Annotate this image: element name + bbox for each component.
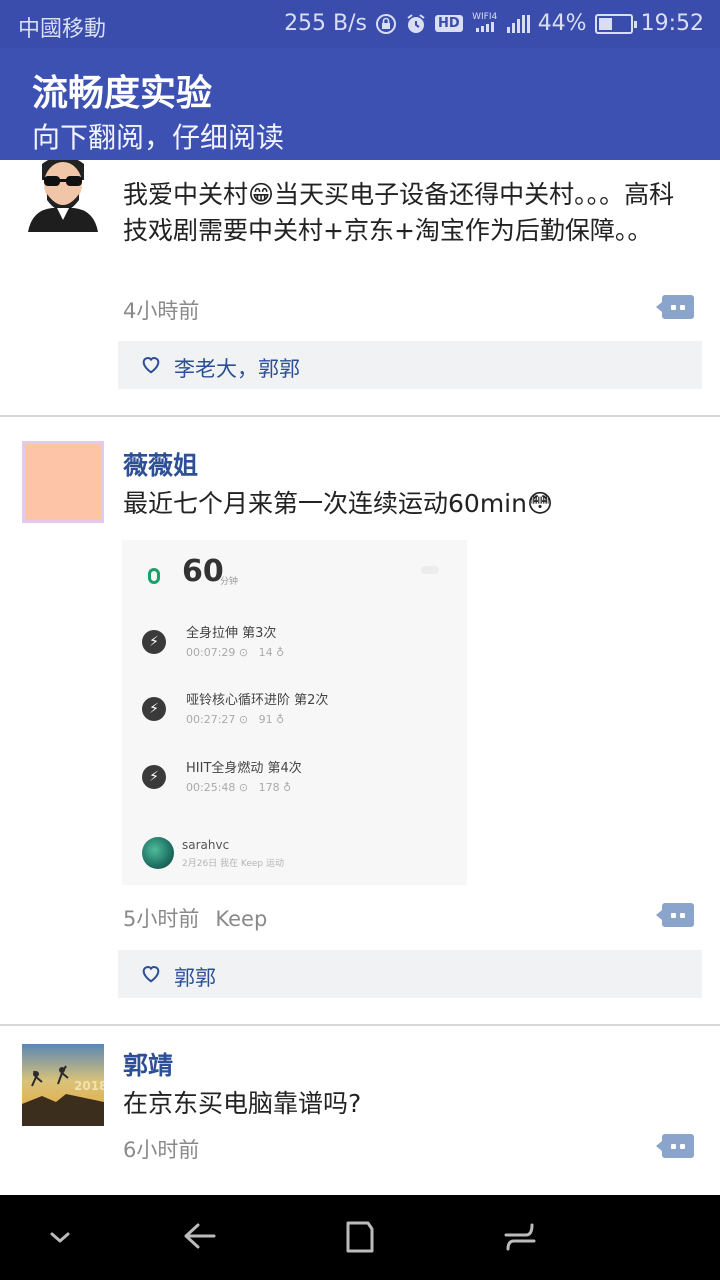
feed-post: 薇薇姐 最近七个月来第一次连续运动60min😳 60 分钟 ⚡ 全身拉伸 第3次… — [0, 417, 720, 1024]
activity-item-title: 全身拉伸 第3次 — [186, 626, 277, 641]
comment-icon[interactable] — [656, 295, 694, 319]
feed-post: 我爱中关村😁当天买电子设备还得中关村。。。高科技戏剧需要中关村+京东+淘宝作为后… — [0, 160, 720, 415]
alarm-icon — [405, 13, 427, 35]
status-icons: 255 B/s HD WIFI4 44% 19:52 — [284, 11, 704, 36]
heart-icon — [140, 962, 162, 989]
activity-item-meta: 00:25:48 ⊙ 178 ♁ — [186, 781, 292, 794]
activity-item-title: 哑铃核心循环进阶 第2次 — [186, 693, 329, 708]
battery-percent: 44% — [537, 11, 587, 36]
app-screen: 中國移動 255 B/s HD WIFI4 44% 19:52 流畅度实验 向下… — [0, 0, 720, 1280]
heart-icon — [140, 353, 162, 380]
post-image[interactable]: 60 分钟 ⚡ 全身拉伸 第3次 00:07:29 ⊙ 14 ♁ ⚡ 哑铃核心循… — [122, 540, 467, 885]
lock-icon — [375, 13, 397, 35]
likes-bar: 李老大，郭郭 — [118, 341, 702, 389]
likes-bar: 郭郭 — [118, 950, 702, 998]
post-time-label: 5小时前 — [123, 907, 200, 931]
keep-logo-icon — [148, 568, 160, 584]
avatar[interactable] — [22, 441, 104, 523]
activity-total: 60 — [182, 554, 224, 589]
status-bar: 中國移動 255 B/s HD WIFI4 44% 19:52 — [0, 0, 720, 48]
post-source[interactable]: Keep — [215, 907, 267, 931]
comment-icon[interactable] — [656, 903, 694, 927]
battery-fill — [598, 17, 612, 30]
signal-icon — [506, 14, 530, 33]
wifi-bars-icon — [475, 22, 494, 32]
wifi-indicator: WIFI4 — [471, 12, 499, 35]
activity-calories: 14 — [258, 646, 273, 659]
moments-feed[interactable]: 我爱中关村😁当天买电子设备还得中关村。。。高科技戏剧需要中关村+京东+淘宝作为后… — [0, 160, 720, 1195]
post-author[interactable]: 薇薇姐 — [123, 446, 198, 482]
wifi-label: WIFI4 — [472, 12, 498, 22]
activity-calories: 91 — [258, 713, 273, 726]
nav-home-icon[interactable] — [338, 1215, 382, 1259]
hd-badge: HD — [435, 15, 463, 32]
post-time: 6小时前 — [123, 1134, 199, 1164]
activity-duration: 00:27:27 — [186, 713, 236, 726]
page-title: 流畅度实验 — [32, 73, 213, 114]
post-text: 最近七个月来第一次连续运动60min😳 — [123, 489, 554, 518]
avatar-text: 2018 — [74, 1079, 104, 1093]
navigation-bar — [0, 1195, 720, 1280]
activity-unit: 分钟 — [220, 577, 239, 587]
likes-names[interactable]: 李老大，郭郭 — [174, 353, 300, 383]
carrier-label: 中國移動 — [18, 17, 107, 42]
app-bar: 流畅度实验 向下翻阅，仔细阅读 — [0, 48, 720, 160]
post-time: 4小時前 — [123, 295, 199, 325]
activity-header-decor — [421, 566, 439, 574]
lightning-icon: ⚡ — [142, 697, 166, 721]
feed-post: 2018 郭靖 在京东买电脑靠谱吗? 6小时前 — [0, 1026, 720, 1195]
post-time: 5小时前 Keep — [123, 903, 267, 933]
post-time-label: 4小時前 — [123, 299, 200, 323]
lightning-icon: ⚡ — [142, 765, 166, 789]
activity-duration: 00:25:48 — [186, 781, 236, 794]
post-author[interactable]: 郭靖 — [123, 1046, 173, 1082]
clock: 19:52 — [640, 11, 704, 36]
activity-duration: 00:07:29 — [186, 646, 236, 659]
avatar[interactable] — [22, 160, 104, 232]
post-text: 在京东买电脑靠谱吗? — [123, 1089, 362, 1118]
nav-down-icon[interactable] — [38, 1215, 82, 1259]
activity-calories: 178 — [258, 781, 280, 794]
post-text: 我爱中关村😁当天买电子设备还得中关村。。。高科技戏剧需要中关村+京东+淘宝作为后… — [123, 180, 675, 245]
nav-recent-icon[interactable] — [498, 1215, 542, 1259]
activity-user-avatar — [142, 837, 174, 869]
activity-user: sarahvc — [182, 838, 230, 852]
activity-item-meta: 00:27:27 ⊙ 91 ♁ — [186, 713, 285, 726]
activity-item-meta: 00:07:29 ⊙ 14 ♁ — [186, 646, 285, 659]
activity-item-title: HIIT全身燃动 第4次 — [186, 761, 302, 776]
avatar[interactable]: 2018 — [22, 1044, 107, 1126]
page-subtitle: 向下翻阅，仔细阅读 — [32, 121, 285, 154]
comment-icon[interactable] — [656, 1134, 694, 1158]
lightning-icon: ⚡ — [142, 630, 166, 654]
battery-icon — [594, 13, 637, 34]
activity-subtext: 2月26日 我在 Keep 运动 — [182, 859, 285, 869]
nav-back-icon[interactable] — [178, 1215, 222, 1259]
network-speed: 255 B/s — [284, 11, 368, 36]
post-time-label: 6小时前 — [123, 1138, 200, 1162]
likes-names[interactable]: 郭郭 — [174, 962, 216, 992]
